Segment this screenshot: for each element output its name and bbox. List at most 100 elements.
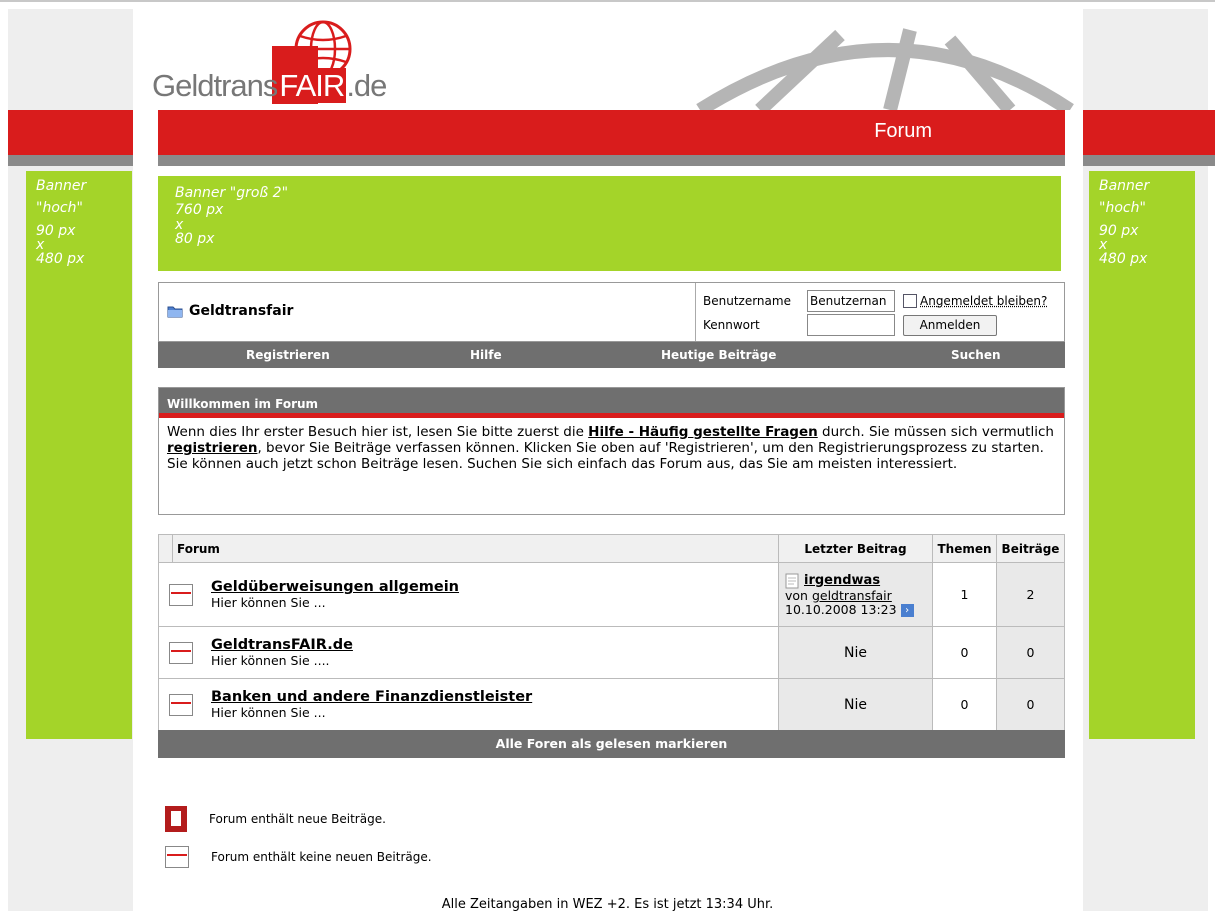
remember-label[interactable]: Angemeldet bleiben? [920,294,1047,308]
banner-line: "hoch" [1099,200,1146,216]
forum-title-link[interactable]: Geldüberweisungen allgemein [211,579,459,595]
navbar: Registrieren Hilfe Heutige Beiträge Such… [158,342,1065,368]
table-row: GeldtransFAIR.de Hier können Sie .... Ni… [158,626,1065,679]
forum-no-new-posts-icon [169,583,193,606]
forum-cell: Banken und andere Finanzdienstleister Hi… [158,678,779,731]
welcome-text: Wenn dies Ihr erster Besuch hier ist, le… [159,418,1064,478]
right-tall-banner[interactable]: Banner "hoch" 90 px x 480 px [1089,171,1195,739]
last-post-date: 10.10.2008 13:23 [785,601,897,617]
header-posts: Beiträge [996,534,1065,563]
banner-line: Banner [36,178,87,194]
banner-line: 480 px [1099,251,1148,267]
globe-decoration-icon [696,28,1074,110]
banner-line: x [1099,237,1108,253]
last-post-cell: Nie [778,678,933,731]
forum-description: Hier können Sie ... [211,595,326,610]
posts-count: 0 [996,626,1065,679]
folder-icon [167,306,183,318]
username-field[interactable] [807,290,895,312]
forum-new-posts-icon [165,806,187,832]
banner-line: 760 px [175,202,224,218]
table-row: Geldüberweisungen allgemein Hier können … [158,562,1065,627]
posts-count: 0 [996,678,1065,731]
right-red-band [1083,110,1215,155]
legend-new-posts-label: Forum enthält neue Beiträge. [209,812,386,826]
left-red-band [8,110,133,155]
threads-count: 0 [932,626,997,679]
forum-no-new-posts-icon [169,641,193,664]
navbox: Geldtransfair Benutzername Angemeldet bl… [158,282,1065,342]
password-label: Kennwort [703,318,760,332]
left-tall-banner[interactable]: Banner "hoch" 90 px x 480 px [26,171,132,739]
posts-count: 2 [996,562,1065,627]
header-title-bar: Forum [158,110,1065,155]
nav-help[interactable]: Hilfe [470,348,502,362]
forum-cell: Geldüberweisungen allgemein Hier können … [158,562,779,627]
last-post-by-prefix: von [785,587,812,603]
register-link[interactable]: registrieren [167,440,257,456]
banner-line: 90 px [36,223,76,239]
faq-link[interactable]: Hilfe - Häufig gestellte Fragen [588,424,818,440]
logo-text-fair: FAIR [277,68,347,103]
banner-line: 480 px [36,251,85,267]
banner-line: Banner [1099,178,1150,194]
forum-cell: GeldtransFAIR.de Hier können Sie .... [158,626,779,679]
banner-line: x [36,237,45,253]
table-header-row: Forum Letzter Beitrag Themen Beiträge [158,534,1065,563]
goto-last-post-icon[interactable]: › [900,603,914,617]
nav-todays-posts[interactable]: Heutige Beiträge [661,348,776,362]
login-form: Benutzername Angemeldet bleiben? Kennwor… [695,283,1047,341]
banner-line: 80 px [175,231,215,247]
right-grey-band [1083,155,1215,166]
header-spacer [158,534,173,563]
last-post-title-link[interactable]: irgendwas [804,573,880,588]
welcome-box: Willkommen im Forum Wenn dies Ihr erster… [158,387,1065,515]
logo-text-main: Geldtrans [152,68,278,103]
username-label: Benutzername [703,294,791,308]
logo-text: GeldtransFAIR.de [152,68,387,104]
site-name[interactable]: Geldtransfair [167,303,293,319]
last-post-cell: Nie [778,626,933,679]
threads-count: 0 [932,678,997,731]
last-post-author-link[interactable]: geldtransfair [812,588,892,603]
forum-title-link[interactable]: GeldtransFAIR.de [211,637,353,653]
threads-count: 1 [932,562,997,627]
remember-checkbox[interactable] [903,294,917,308]
login-button[interactable]: Anmelden [903,314,997,336]
nav-register[interactable]: Registrieren [246,348,330,362]
mark-all-read-button[interactable]: Alle Foren als gelesen markieren [158,730,1065,758]
last-post-cell: irgendwas von geldtransfair 10.10.2008 1… [778,562,933,627]
header-threads: Themen [932,534,997,563]
nav-search[interactable]: Suchen [951,348,1001,362]
legend-no-new-posts-label: Forum enthält keine neuen Beiträge. [211,850,432,864]
welcome-title: Willkommen im Forum [159,388,1064,418]
banner-line: Banner "groß 2" [175,185,289,201]
forum-no-new-posts-icon [165,846,189,868]
legend-no-new-posts: Forum enthält keine neuen Beiträge. [165,846,432,868]
header-last-post: Letzter Beitrag [778,534,933,563]
table-row: Banken und andere Finanzdienstleister Hi… [158,678,1065,731]
left-grey-band [8,155,133,166]
welcome-text-part: durch. Sie müssen sich vermutlich [817,424,1054,440]
post-document-icon [785,573,799,588]
site-name-label: Geldtransfair [189,303,294,319]
footer-time-text: Alle Zeitangaben in WEZ +2. Es ist jetzt… [441,897,774,912]
site-logo[interactable]: GeldtransFAIR.de [152,18,392,106]
welcome-text-part: , bevor Sie Beiträge verfassen können. K… [167,440,1044,472]
forum-description: Hier können Sie ... [211,705,326,720]
legend-new-posts: Forum enthält neue Beiträge. [165,806,386,832]
banner-line: x [175,217,184,233]
header-forum: Forum [172,534,779,563]
top-border [0,0,1215,9]
banner-line: 90 px [1099,223,1139,239]
forum-title-link[interactable]: Banken und andere Finanzdienstleister [211,689,532,705]
forum-table: Forum Letzter Beitrag Themen Beiträge Ge… [158,534,1065,731]
main-wide-banner[interactable]: Banner "groß 2" 760 px x 80 px [158,176,1061,271]
password-field[interactable] [807,314,895,336]
logo-text-tld: .de [346,68,387,103]
header-grey-band [158,155,1065,166]
forum-description: Hier können Sie .... [211,653,330,668]
header-title: Forum [874,120,932,142]
welcome-text-part: Wenn dies Ihr erster Besuch hier ist, le… [167,424,589,440]
forum-no-new-posts-icon [169,693,193,716]
